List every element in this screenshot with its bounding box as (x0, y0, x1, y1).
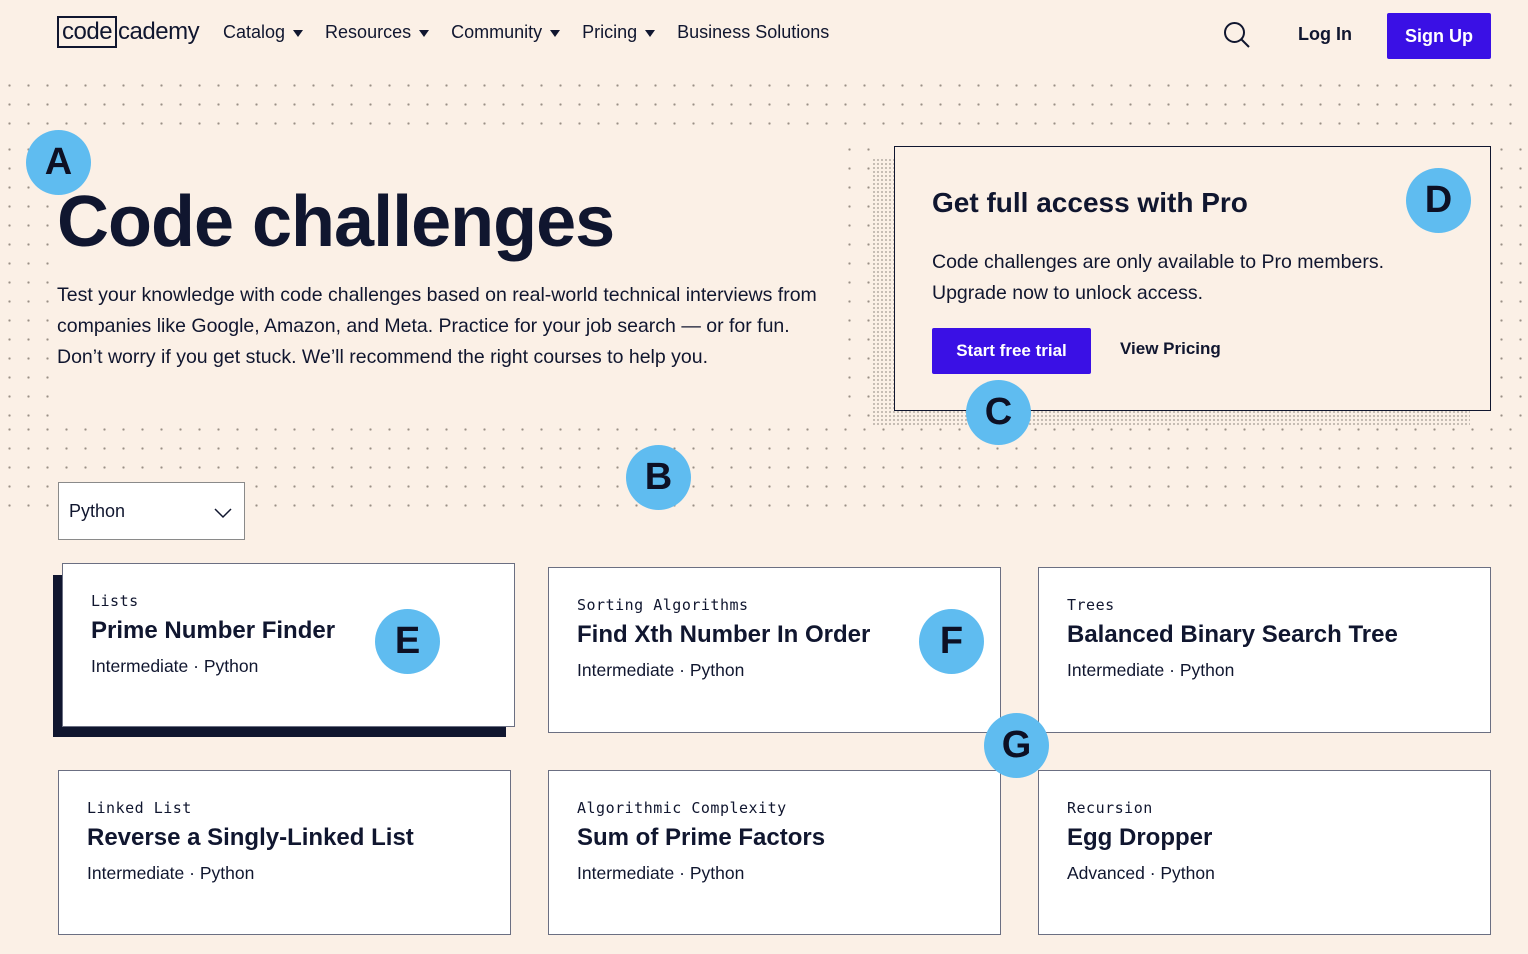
challenge-title: Egg Dropper (1067, 824, 1213, 851)
challenge-title: Sum of Prime Factors (577, 824, 826, 851)
language-select-value: Python (69, 500, 126, 521)
challenge-meta: Advanced · Python (1067, 863, 1215, 883)
challenge-title: Find Xth Number In Order (577, 621, 871, 648)
nav-pricing-label: Pricing (582, 22, 638, 42)
challenge-category: Linked List (87, 799, 192, 817)
nav-resources[interactable]: Resources (325, 22, 430, 43)
dotted-pattern (840, 140, 870, 420)
nav-pricing[interactable]: Pricing (582, 22, 656, 43)
annotation-badge-c: C (966, 380, 1031, 445)
caret-down-icon (645, 30, 656, 37)
caret-down-icon (419, 30, 430, 37)
logo-cademy: cademy (118, 18, 200, 45)
caret-down-icon (550, 30, 561, 37)
challenge-category: Lists (91, 592, 139, 610)
chevron-down-icon (214, 508, 232, 519)
caret-down-icon (293, 30, 304, 37)
challenge-card[interactable]: Algorithmic Complexity Sum of Prime Fact… (548, 770, 1001, 935)
challenge-category: Sorting Algorithms (577, 596, 749, 614)
challenge-title: Reverse a Singly-Linked List (87, 824, 414, 851)
annotation-badge-d: D (1406, 168, 1471, 233)
annotation-badge-f: F (919, 609, 984, 674)
challenge-meta: Intermediate · Python (91, 656, 259, 676)
view-pricing-link[interactable]: View Pricing (1120, 339, 1221, 359)
nav-catalog[interactable]: Catalog (223, 22, 304, 43)
main-nav: Catalog Resources Community Pricing Busi… (223, 22, 851, 43)
annotation-badge-e: E (375, 609, 440, 674)
nav-resources-label: Resources (325, 22, 412, 42)
pro-card-text: Code challenges are only available to Pr… (932, 251, 1384, 304)
dotted-pattern (1492, 140, 1528, 420)
challenge-card[interactable]: Trees Balanced Binary Search Tree Interm… (1038, 567, 1491, 733)
page-title: Code challenges (57, 182, 615, 262)
nav-community[interactable]: Community (451, 22, 561, 43)
login-link[interactable]: Log In (1298, 24, 1352, 45)
dotted-pattern (0, 76, 1528, 140)
pro-card-title: Get full access with Pro (932, 187, 1248, 218)
challenge-card[interactable]: Recursion Egg Dropper Advanced · Python (1038, 770, 1491, 935)
challenge-title: Balanced Binary Search Tree (1067, 621, 1398, 648)
challenge-category: Algorithmic Complexity (577, 799, 787, 817)
pro-access-card: Get full access with Pro Code challenges… (894, 146, 1491, 411)
annotation-badge-g: G (984, 713, 1049, 778)
challenge-card[interactable]: Lists Prime Number Finder Intermediate ·… (62, 563, 515, 727)
search-icon[interactable] (1222, 20, 1252, 50)
nav-business-label: Business Solutions (677, 22, 830, 42)
annotation-badge-a: A (26, 130, 91, 195)
start-free-trial-button[interactable]: Start free trial (932, 328, 1091, 374)
page-description: Test your knowledge with code challenges… (57, 284, 817, 368)
challenge-meta: Intermediate · Python (1067, 660, 1235, 680)
challenge-category: Recursion (1067, 799, 1153, 817)
nav-catalog-label: Catalog (223, 22, 286, 42)
nav-community-label: Community (451, 22, 543, 42)
challenge-meta: Intermediate · Python (577, 863, 745, 883)
language-select[interactable]: Python (58, 482, 245, 540)
challenge-card[interactable]: Linked List Reverse a Singly-Linked List… (58, 770, 511, 935)
top-navigation: code cademy Catalog Resources Community … (0, 0, 1528, 70)
signup-button[interactable]: Sign Up (1387, 13, 1491, 59)
nav-business-solutions[interactable]: Business Solutions (677, 22, 829, 43)
codecademy-logo[interactable]: code cademy (57, 16, 200, 48)
challenge-meta: Intermediate · Python (577, 660, 745, 680)
challenge-title: Prime Number Finder (91, 617, 336, 644)
challenge-category: Trees (1067, 596, 1115, 614)
challenge-meta: Intermediate · Python (87, 863, 255, 883)
annotation-badge-b: B (626, 445, 691, 510)
logo-code: code (57, 16, 118, 48)
